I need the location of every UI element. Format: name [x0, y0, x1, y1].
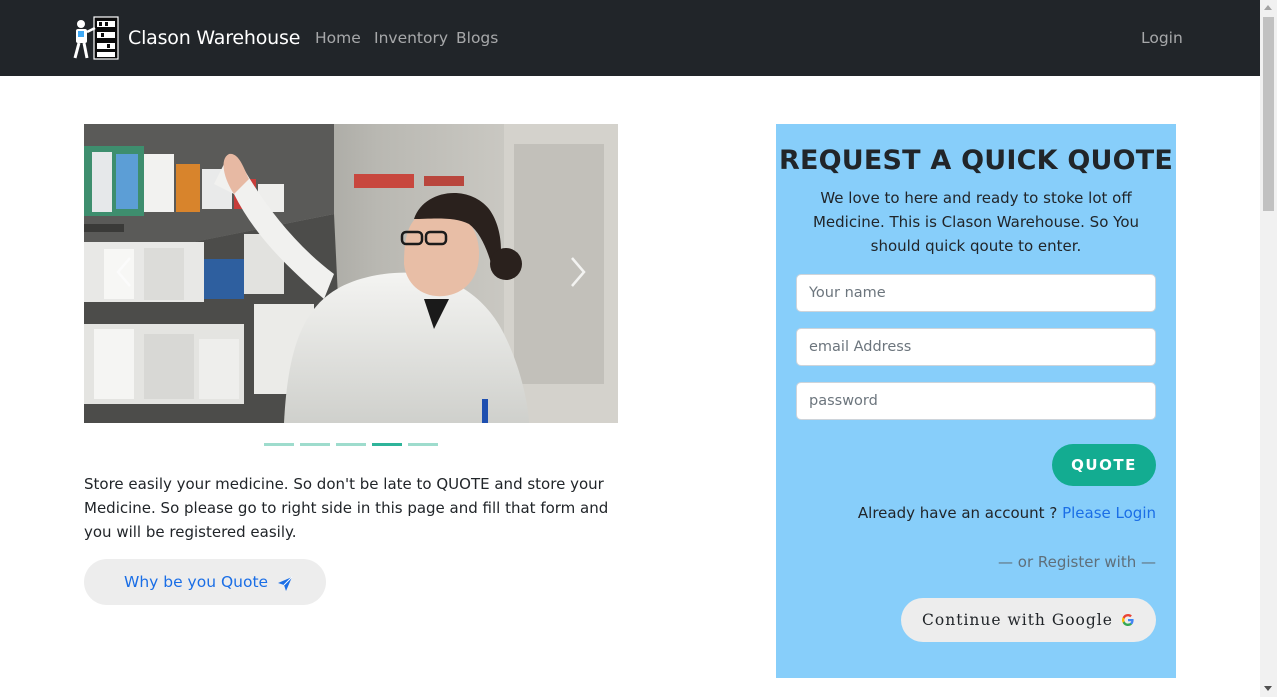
- brand[interactable]: Clason Warehouse: [72, 16, 300, 60]
- quote-title: REQUEST A QUICK QUOTE: [778, 145, 1174, 176]
- page: Clason Warehouse Home Inventory Blogs Lo…: [0, 0, 1277, 697]
- warehouse-logo-icon: [73, 16, 119, 60]
- brand-name: Clason Warehouse: [128, 27, 301, 49]
- quote-form-card: REQUEST A QUICK QUOTE We love to here an…: [776, 124, 1176, 678]
- page-scrollbar[interactable]: [1260, 0, 1277, 697]
- carousel-indicator-3[interactable]: [336, 443, 366, 446]
- nav-blogs[interactable]: Blogs: [456, 29, 498, 47]
- carousel-prev-icon[interactable]: [110, 252, 140, 292]
- nav-login[interactable]: Login: [1141, 29, 1183, 47]
- why-quote-label: Why be you Quote: [124, 573, 269, 591]
- carousel-indicator-1[interactable]: [264, 443, 294, 446]
- carousel-next-icon[interactable]: [562, 252, 592, 292]
- nav-inventory[interactable]: Inventory: [374, 29, 448, 47]
- carousel-indicator-5[interactable]: [408, 443, 438, 446]
- carousel: [84, 124, 618, 423]
- scroll-up-arrow-icon[interactable]: [1264, 5, 1272, 10]
- google-icon: [1121, 614, 1134, 626]
- password-input[interactable]: [796, 382, 1156, 420]
- send-icon: [278, 576, 293, 591]
- google-button-label: Continue with Google: [922, 611, 1113, 629]
- intro-text: Store easily your medicine. So don't be …: [84, 475, 609, 541]
- scroll-thumb[interactable]: [1263, 17, 1274, 211]
- account-text: Already have an account ?: [857, 504, 1058, 522]
- carousel-indicators: [264, 443, 444, 446]
- quote-button[interactable]: QUOTE: [1052, 444, 1156, 486]
- register-with-divider: — or Register with —: [998, 553, 1156, 571]
- navbar: Clason Warehouse Home Inventory Blogs Lo…: [0, 0, 1260, 76]
- quote-description: We love to here and ready to stoke lot o…: [812, 189, 1140, 255]
- scroll-down-arrow-icon[interactable]: [1264, 686, 1272, 691]
- account-prompt: Already have an account ? Please Login: [858, 504, 1156, 522]
- continue-with-google-button[interactable]: Continue with Google: [901, 598, 1156, 642]
- nav-home[interactable]: Home: [315, 29, 361, 47]
- carousel-indicator-4[interactable]: [372, 443, 402, 446]
- email-input[interactable]: [796, 328, 1156, 366]
- why-quote-button[interactable]: Why be you Quote: [84, 559, 326, 605]
- name-input[interactable]: [796, 274, 1156, 312]
- carousel-slide-image: [84, 124, 618, 423]
- carousel-indicator-2[interactable]: [300, 443, 330, 446]
- please-login-link[interactable]: Please Login: [1062, 504, 1156, 522]
